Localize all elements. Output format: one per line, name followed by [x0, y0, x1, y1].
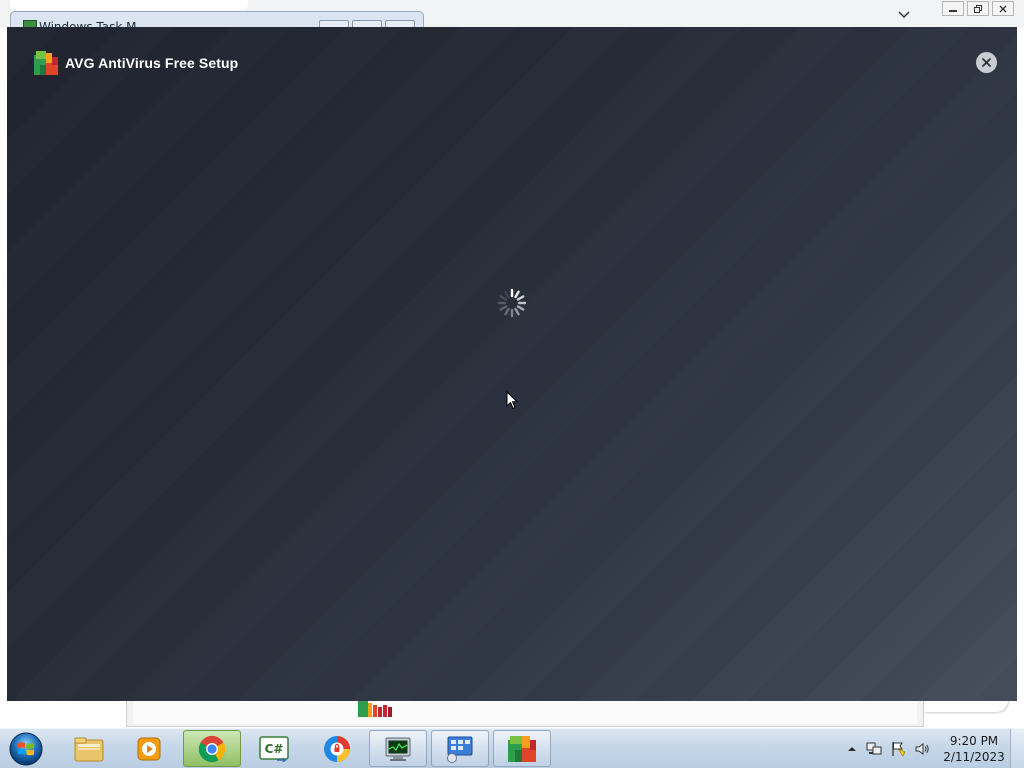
network-icon[interactable] — [866, 741, 882, 757]
windows-start-icon — [9, 732, 43, 766]
system-tray — [842, 729, 942, 768]
taskbar-remote-desktop[interactable] — [431, 730, 489, 767]
taskbar-media-player[interactable] — [120, 730, 178, 767]
close-icon — [982, 58, 991, 67]
background-browser-tab[interactable] — [10, 0, 248, 10]
action-center-flag-icon[interactable] — [890, 741, 906, 757]
installer-content — [133, 701, 917, 724]
svg-text:C#: C# — [265, 742, 284, 756]
clock-time: 9:20 PM — [949, 734, 999, 748]
setup-close-button[interactable] — [976, 52, 997, 73]
taskbar-secure-browser[interactable] — [308, 730, 366, 767]
secure-browser-icon — [324, 735, 350, 762]
restore-icon[interactable] — [967, 1, 989, 16]
media-player-icon — [137, 737, 161, 760]
taskbar: C# 9:20 PM 2/11/2023 — [0, 728, 1024, 768]
background-installer-window — [126, 700, 924, 727]
avg-logo-icon — [358, 701, 392, 717]
close-icon[interactable] — [992, 1, 1014, 16]
chrome-icon — [198, 735, 226, 762]
loading-spinner-icon — [497, 288, 527, 318]
clock-date: 2/11/2023 — [943, 750, 1005, 764]
show-hidden-icons-icon[interactable] — [844, 741, 860, 757]
show-desktop-button[interactable] — [1010, 729, 1024, 768]
avg-icon — [508, 735, 536, 762]
mouse-cursor-icon — [506, 391, 518, 410]
taskbar-task-manager[interactable] — [369, 730, 427, 767]
csharp-icon: C# — [259, 735, 289, 762]
background-dialog-corner — [924, 700, 1008, 712]
avg-logo-icon — [34, 51, 58, 75]
taskbar-avg-setup[interactable] — [493, 730, 551, 767]
setup-title: AVG AntiVirus Free Setup — [65, 55, 239, 71]
taskbar-csharp-app[interactable]: C# — [245, 730, 303, 767]
taskbar-clock[interactable]: 9:20 PM 2/11/2023 — [942, 733, 1006, 765]
task-manager-icon — [385, 737, 411, 761]
start-button[interactable] — [6, 730, 46, 768]
avg-setup-window: AVG AntiVirus Free Setup — [7, 27, 1017, 701]
chevron-down-icon[interactable] — [897, 7, 911, 21]
volume-icon[interactable] — [914, 741, 930, 757]
background-window-controls — [942, 1, 1014, 16]
folder-icon — [74, 737, 104, 761]
remote-desktop-icon — [447, 736, 473, 763]
minimize-icon[interactable] — [942, 1, 964, 16]
taskbar-chrome[interactable] — [183, 730, 241, 767]
taskbar-file-explorer[interactable] — [60, 730, 118, 767]
